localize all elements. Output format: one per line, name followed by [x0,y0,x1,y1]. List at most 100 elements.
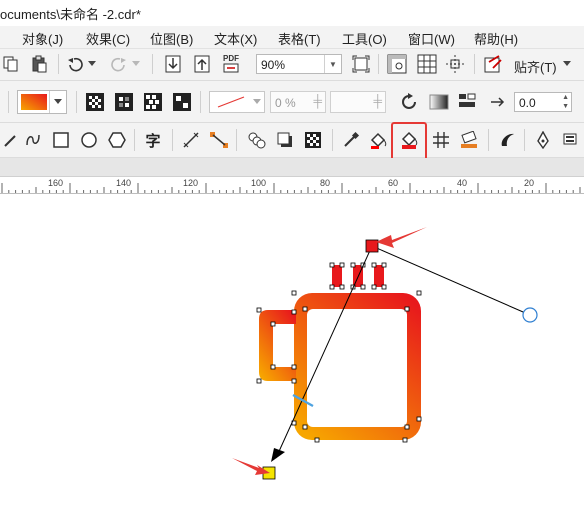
ruler-label: 100 [251,178,267,188]
gradient-arrowhead [271,448,285,462]
show-rulers-icon[interactable] [386,53,408,75]
show-guidelines-icon[interactable] [444,53,466,75]
undo-icon[interactable] [64,53,86,75]
toolbox: 字 [0,123,584,158]
fill-color-picker[interactable] [17,90,67,114]
separator [152,54,153,74]
snap-dropdown-icon[interactable] [560,53,574,75]
ruler-label: 60 [388,178,399,188]
gradient-swatch [21,94,47,110]
text-tool-icon[interactable]: 字 [142,129,164,151]
annotation-arrow [376,227,427,248]
horizontal-ruler[interactable]: 160 140 120 100 80 60 40 20 [0,177,584,194]
eraser-fill-icon[interactable] [458,129,480,151]
menu-bitmaps[interactable]: 位图(B) [150,29,193,48]
export-icon[interactable] [191,53,213,75]
menu-help[interactable]: 帮助(H) [474,29,518,48]
mesh-fill-tool-icon[interactable] [430,129,452,151]
document-tabs-strip [0,158,584,177]
menu-window[interactable]: 窗口(W) [408,29,455,48]
transparency-value: 0 % [275,96,296,110]
publish-pdf-icon[interactable]: PDF [220,52,242,74]
redo-icon[interactable] [108,53,130,75]
blend-tool-icon[interactable] [246,129,268,151]
angle-handle[interactable] [522,307,538,323]
window-title: ocuments\未命名 -2.cdr* [0,7,141,22]
parallel-dimension-icon[interactable] [180,129,202,151]
pen-tool-icon[interactable] [0,129,22,151]
checker-pattern-icon[interactable] [142,91,164,113]
zoom-level-select[interactable]: 90% ▼ [256,54,342,74]
smart-fill-tool-icon[interactable] [368,129,390,151]
annotation-arrow [232,458,270,475]
separator [134,129,135,151]
menu-object[interactable]: 对象(J) [22,29,63,48]
chevron-down-icon[interactable] [250,92,264,112]
ruler-label: 120 [183,178,199,188]
transparency-tool-icon[interactable] [302,129,324,151]
checker-pattern-icon[interactable] [84,91,106,113]
separator [474,54,475,74]
connector-tool-icon[interactable] [208,129,230,151]
separator [58,54,59,74]
canvas-drawing [232,227,538,480]
slider-thumb-icon[interactable]: ╪ [373,94,382,108]
show-grid-icon[interactable] [416,53,438,75]
separator [236,129,237,151]
snap-to-label[interactable]: 贴齐(T) [514,57,557,76]
transparency-field[interactable]: 0 % ╪ [270,91,326,113]
reverse-fill-icon[interactable] [398,91,420,113]
separator [76,91,77,113]
separator [488,129,489,151]
undo-dropdown-icon[interactable] [86,53,98,75]
menu-text[interactable]: 文本(X) [214,29,257,48]
full-screen-preview-icon[interactable] [350,53,372,75]
chevron-down-icon[interactable] [49,91,66,113]
tool-highlight-box [391,122,427,162]
gradient-smoothness-icon[interactable] [428,91,450,113]
text-tool-label: 字 [145,132,161,150]
artistic-media-icon[interactable] [496,129,518,151]
angle-field[interactable]: ╪ [330,91,386,113]
import-icon[interactable] [162,53,184,75]
gradient-end-node[interactable] [365,239,379,253]
standard-toolbar: PDF 90% ▼ 贴齐(T) [0,49,584,81]
eyedropper-tool-icon[interactable] [340,129,362,151]
pen-nib-icon[interactable] [532,129,554,151]
spinner-icon[interactable]: ▲ ▼ [562,93,569,111]
ruler-ticks [1,183,581,193]
freehand-tool-icon[interactable] [22,129,44,151]
mug-shape[interactable] [259,265,421,440]
polygon-tool-icon[interactable] [106,129,128,151]
ruler-label: 140 [116,178,132,188]
zoom-level-value: 90% [261,58,286,72]
fill-bucket-icon[interactable] [560,129,582,151]
separator [524,129,525,151]
separator [172,129,173,151]
menu-table[interactable]: 表格(T) [278,29,321,48]
menu-bar: 对象(J) 效果(C) 位图(B) 文本(X) 表格(T) 工具(O) 窗口(W… [0,26,584,49]
checker-pattern-icon[interactable] [113,91,135,113]
separator [200,91,201,113]
snap-off-icon[interactable] [482,53,504,75]
checker-pattern-icon[interactable] [171,91,193,113]
ellipse-tool-icon[interactable] [78,129,100,151]
drop-shadow-tool-icon[interactable] [274,129,296,151]
copy-icon[interactable] [0,53,22,75]
line-style-select[interactable] [209,91,265,113]
drawing-canvas[interactable] [0,194,584,523]
menu-tools[interactable]: 工具(O) [342,29,387,48]
paste-icon[interactable] [28,53,50,75]
align-objects-icon[interactable] [456,91,478,113]
pdf-label: PDF [223,53,239,63]
property-bar: 0 % ╪ ╪ 0.0 ▲ ▼ [0,81,584,123]
rectangle-tool-icon[interactable] [50,129,72,151]
redo-dropdown-icon[interactable] [130,53,142,75]
acceleration-icon[interactable] [488,91,510,113]
slider-thumb-icon[interactable]: ╪ [313,94,322,108]
ruler-label: 40 [457,178,468,188]
menu-effects[interactable]: 效果(C) [86,29,130,48]
separator [332,129,333,151]
acceleration-field[interactable]: 0.0 ▲ ▼ [514,92,572,112]
chevron-down-icon[interactable]: ▼ [324,55,341,73]
